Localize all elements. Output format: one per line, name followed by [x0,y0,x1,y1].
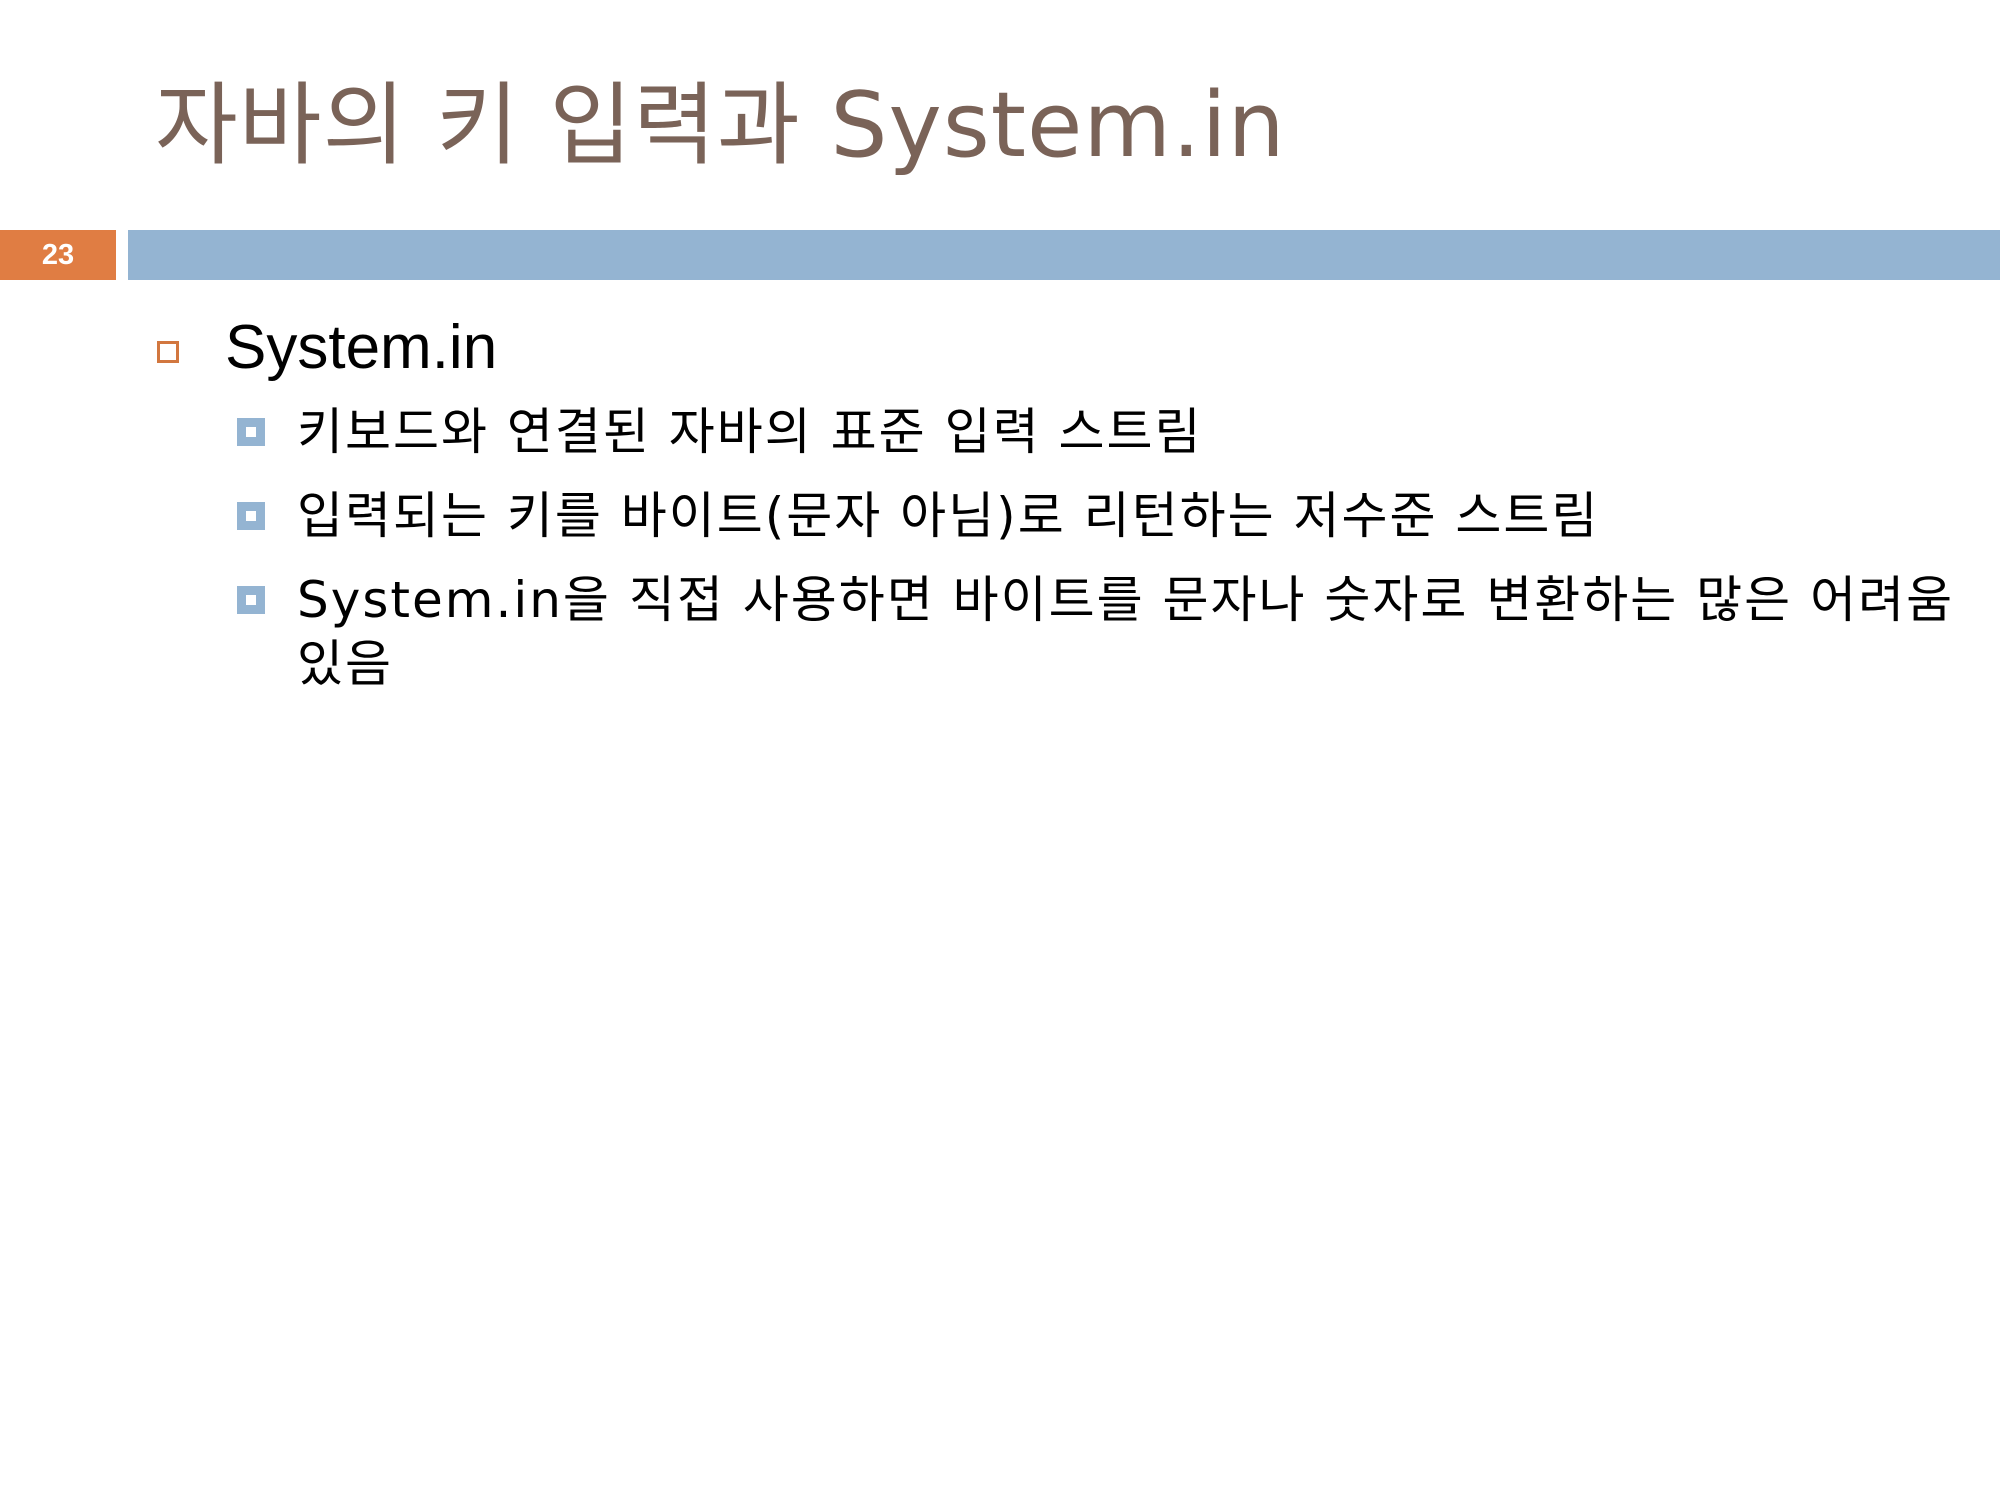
bullet-text: 키보드와 연결된 자바의 표준 입력 스트림 [297,403,1203,461]
header-divider-bar [128,230,2000,280]
square-bullet-icon [237,502,265,530]
page-number-badge: 23 [0,230,116,280]
bullet-level2: 입력되는 키를 바이트(문자 아님)로 리턴하는 저수준 스트림 [237,484,1957,548]
bullet-level2: 키보드와 연결된 자바의 표준 입력 스트림 [237,400,1957,464]
bullet-text: System.in을 직접 사용하면 바이트를 문자나 숫자로 변환하는 많은 … [297,571,1955,693]
bullet-level2: System.in을 직접 사용하면 바이트를 문자나 숫자로 변환하는 많은 … [237,568,1957,696]
bullet-level1: System.in [157,302,497,392]
square-bullet-icon [237,418,265,446]
square-bullet-icon [237,586,265,614]
bullet-heading-text: System.in [225,312,498,382]
square-outline-bullet-icon [157,341,179,363]
bullet-text: 입력되는 키를 바이트(문자 아님)로 리턴하는 저수준 스트림 [297,487,1600,545]
slide-title: 자바의 키 입력과 System.in [155,73,1286,178]
